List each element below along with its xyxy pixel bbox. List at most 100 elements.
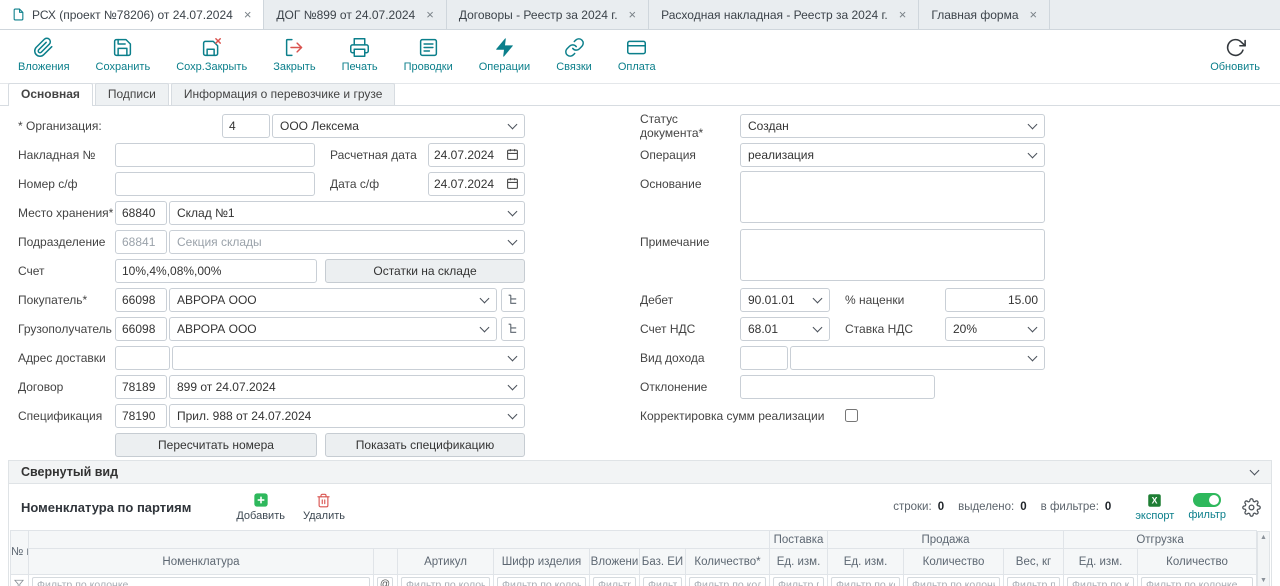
basis-textarea[interactable] [740,171,1045,223]
buyer-select[interactable]: АВРОРА ООО [169,288,497,312]
column-header-weight[interactable]: Вес, кг [1004,549,1064,575]
recalc-numbers-button[interactable]: Пересчитать номера [115,433,317,457]
window-tab-invoice-registry[interactable]: Расходная накладная - Реестр за 2024 г. … [649,0,919,29]
window-tab-main-form[interactable]: Главная форма × [919,0,1050,29]
column-header-articul[interactable]: Артикул [398,549,494,575]
column-header-supply-unit[interactable]: Ед. изм. [770,549,828,575]
at-icon[interactable]: @ [377,577,393,586]
storage-code-input[interactable] [115,201,167,225]
operations-button[interactable]: Операции [479,37,530,73]
filter-input-base-unit[interactable] [643,577,682,586]
markup-input[interactable] [945,288,1045,312]
window-tab-rsx[interactable]: РСХ (проект №78206) от 24.07.2024 × [0,0,264,29]
chevron-down-icon[interactable] [1250,466,1260,476]
department-code-input[interactable] [115,230,167,254]
postings-button[interactable]: Проводки [404,37,453,73]
note-textarea[interactable] [740,229,1045,281]
close-icon[interactable]: × [244,7,252,22]
column-header-quantity[interactable]: Количество* [686,549,770,575]
filter-input-articul[interactable] [401,577,490,586]
show-specification-button[interactable]: Показать спецификацию [325,433,525,457]
filter-input-attachment[interactable] [593,577,636,586]
close-icon[interactable]: × [1030,7,1038,22]
column-header-nomenclature[interactable]: Номенклатура [29,549,374,575]
stock-balance-button[interactable]: Остатки на складе [325,259,525,283]
tab-carrier-cargo-info[interactable]: Информация о перевозчике и грузе [171,83,396,105]
filter-input-sale-unit[interactable] [831,577,900,586]
department-select[interactable]: Секция склады [169,230,525,254]
filter-input-nomenclature[interactable] [32,577,370,586]
sf-date-input[interactable]: 24.07.2024 [428,172,525,196]
filter-input-product-code[interactable] [497,577,586,586]
filter-input-shipment-quantity[interactable] [1141,577,1253,586]
filter-toggle[interactable]: фильтр [1188,493,1226,521]
refresh-button[interactable]: Обновить [1210,37,1260,73]
income-type-code-input[interactable] [740,346,788,370]
status-select[interactable]: Создан [740,114,1045,138]
close-icon[interactable]: × [426,7,434,22]
income-type-select[interactable] [790,346,1045,370]
delivery-address-select[interactable] [172,346,525,370]
buyer-hierarchy-button[interactable] [501,288,525,312]
close-button[interactable]: Закрыть [273,37,315,73]
collapsed-view-bar[interactable]: Свернутый вид [8,460,1272,484]
column-header-row-number[interactable]: № п/п ▲ [11,531,29,575]
column-header-shipment-unit[interactable]: Ед. изм. [1064,549,1138,575]
column-header-shipment-quantity[interactable]: Количество [1138,549,1257,575]
delivery-address-code-input[interactable] [115,346,170,370]
filter-input-quantity[interactable] [689,577,766,586]
save-button[interactable]: Сохранить [96,37,151,73]
filter-input-shipment-unit[interactable] [1067,577,1134,586]
grid-settings-button[interactable] [1242,498,1261,517]
storage-select[interactable]: Склад №1 [169,201,525,225]
contract-code-input[interactable] [115,375,167,399]
specification-select[interactable]: Прил. 988 от 24.07.2024 [169,404,525,428]
close-icon[interactable]: × [629,7,637,22]
toggle-on-icon[interactable] [1193,493,1221,507]
vat-account-select[interactable]: 68.01 [740,317,830,341]
vat-rate-select[interactable]: 20% [945,317,1045,341]
column-header-product-code[interactable]: Шифр изделия [494,549,590,575]
window-tab-contracts-registry[interactable]: Договоры - Реестр за 2024 г. × [447,0,649,29]
filter-input-weight[interactable] [1007,577,1060,586]
deviation-input[interactable] [740,375,935,399]
column-header-sale-unit[interactable]: Ед. изм. [828,549,904,575]
specification-code-input[interactable] [115,404,167,428]
window-tab-dog[interactable]: ДОГ №899 от 24.07.2024 × [264,0,446,29]
filter-cell-icon[interactable]: @ [374,575,398,586]
contract-select[interactable]: 899 от 24.07.2024 [169,375,525,399]
save-close-button[interactable]: Сохр.Закрыть [176,37,247,73]
account-input[interactable] [115,259,317,283]
calc-date-input[interactable]: 24.07.2024 [428,143,525,167]
consignee-select[interactable]: АВРОРА ООО [169,317,497,341]
consignee-hierarchy-button[interactable] [501,317,525,341]
column-header-base-unit[interactable]: Баз. ЕИ [640,549,686,575]
operation-select[interactable]: реализация [740,143,1045,167]
delete-row-button[interactable]: Удалить [303,493,345,522]
close-icon[interactable]: × [899,7,907,22]
payment-button[interactable]: Оплата [618,37,656,73]
sf-no-input[interactable] [115,172,315,196]
column-header-sale-quantity[interactable]: Количество [904,549,1004,575]
links-button[interactable]: Связки [556,37,592,73]
correction-checkbox[interactable] [845,409,858,422]
organization-select[interactable]: ООО Лексема [272,114,525,138]
filter-input-sale-quantity[interactable] [907,577,1000,586]
attachments-button[interactable]: Вложения [18,37,70,73]
grid-vertical-scrollbar[interactable]: ▲ ▼ [1257,531,1270,586]
invoice-no-input[interactable] [115,143,315,167]
scroll-down-icon[interactable]: ▼ [1260,575,1267,586]
tab-signatures[interactable]: Подписи [95,83,169,105]
debit-select[interactable]: 90.01.01 [740,288,830,312]
buyer-code-input[interactable] [115,288,167,312]
consignee-code-input[interactable] [115,317,167,341]
add-row-button[interactable]: Добавить [236,492,285,522]
filter-input-supply-unit[interactable] [773,577,824,586]
export-button[interactable]: X экспорт [1135,493,1174,522]
scroll-up-icon[interactable]: ▲ [1260,532,1267,543]
column-header-attachment[interactable]: Вложени [590,549,640,575]
organization-code-input[interactable] [222,114,270,138]
column-header-icon[interactable] [374,549,398,575]
tab-main[interactable]: Основная [8,83,93,106]
print-button[interactable]: Печать [342,37,378,73]
